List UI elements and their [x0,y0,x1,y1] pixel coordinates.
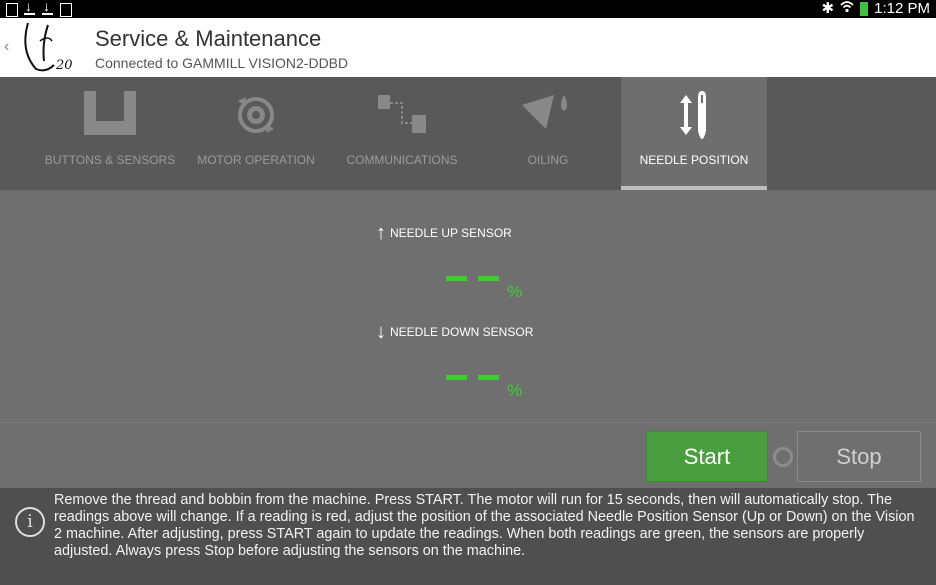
sensor-readings-panel: ↑ NEEDLE UP SENSOR % ↓ NEEDLE DOWN SENSO… [0,190,936,422]
needle-position-icon [674,91,714,142]
image-icon [6,3,18,17]
tab-label: COMMUNICATIONS [346,153,458,167]
connection-status: Connected to GAMMILL VISION2-DDBD [95,55,349,71]
control-bar: Start Stop [0,422,936,488]
tab-label: NEEDLE POSITION [639,153,749,167]
gammill-logo[interactable]: 20 [18,21,76,73]
tab-needle-position[interactable]: NEEDLE POSITION [621,77,767,190]
instructions-panel: i Remove the thread and bobbin from the … [0,488,936,585]
percent-unit: % [507,282,523,301]
arrow-down-icon: ↓ [376,321,386,343]
notification-icons [6,0,72,17]
tab-motor-operation[interactable]: MOTOR OPERATION [183,77,329,190]
needle-down-reading: % [446,375,522,400]
motor-gear-icon [232,91,280,142]
tab-label: OILING [527,153,569,167]
start-button[interactable]: Start [646,431,768,482]
status-bar: ✱ 1:12 PM [0,0,936,18]
tab-buttons-sensors[interactable]: BUTTONS & SENSORS [37,77,183,190]
battery-icon [860,2,869,16]
svg-text:20: 20 [55,58,73,73]
tab-bar: BUTTONS & SENSORS MOTOR OPERATION COMMUN… [0,77,936,190]
download-icon [24,0,36,15]
system-icons: ✱ 1:12 PM [822,0,930,18]
running-indicator [773,447,793,467]
tab-oiling[interactable]: OILING [475,77,621,190]
needle-up-sensor-label: ↑ NEEDLE UP SENSOR [376,222,512,244]
u-frame-icon [82,91,138,140]
percent-unit: % [507,381,523,400]
tab-label: MOTOR OPERATION [197,153,315,167]
needle-up-reading: % [446,276,522,301]
bluetooth-icon: ✱ [821,0,835,17]
tab-label: BUTTONS & SENSORS [44,153,176,167]
instructions-text: Remove the thread and bobbin from the ma… [54,492,915,559]
tab-communications[interactable]: COMMUNICATIONS [329,77,475,190]
clock: 1:12 PM [874,0,930,17]
stop-button[interactable]: Stop [797,431,921,482]
download-icon [42,0,54,15]
needle-down-sensor-label: ↓ NEEDLE DOWN SENSOR [376,321,534,343]
oil-can-icon [520,91,576,140]
wifi-icon [840,0,854,18]
screen-icon [60,3,72,17]
page-title: Service & Maintenance [95,26,322,51]
app-header: ‹ 20 Service & Maintenance Connected to … [0,18,936,77]
info-icon: i [15,507,45,537]
communications-icon [374,91,430,140]
arrow-up-icon: ↑ [376,222,386,244]
back-chevron-icon[interactable]: ‹ [4,38,9,56]
